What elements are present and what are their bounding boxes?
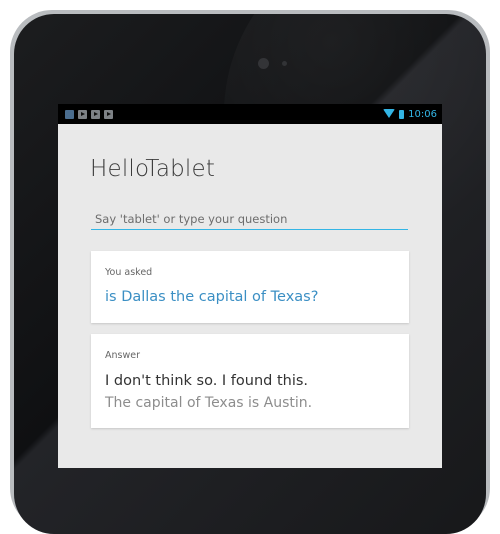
play-notification-icon bbox=[78, 109, 87, 119]
notification-icons[interactable] bbox=[65, 109, 113, 119]
app-notification-icon bbox=[65, 109, 74, 119]
asked-question-text: is Dallas the capital of Texas? bbox=[105, 289, 319, 305]
play-notification-icon bbox=[104, 109, 113, 119]
status-bar: 10:06 bbox=[58, 104, 442, 124]
app-title: HelloTablet bbox=[90, 156, 216, 182]
play-notification-icon bbox=[91, 109, 100, 119]
status-indicators: 10:06 bbox=[383, 109, 437, 120]
front-camera bbox=[258, 58, 269, 69]
battery-icon bbox=[399, 109, 405, 119]
you-asked-label: You asked bbox=[105, 267, 153, 278]
answer-card: Answer I don't think so. I found this. T… bbox=[91, 334, 409, 428]
wifi-icon bbox=[383, 109, 396, 119]
answer-label: Answer bbox=[105, 350, 140, 361]
tablet-screen: 10:06 HelloTablet You asked is Dallas th… bbox=[58, 104, 442, 468]
you-asked-card: You asked is Dallas the capital of Texas… bbox=[91, 251, 409, 323]
answer-detail-text: The capital of Texas is Austin. bbox=[105, 395, 313, 411]
hellotablet-app: HelloTablet You asked is Dallas the capi… bbox=[58, 124, 442, 468]
answer-main-text: I don't think so. I found this. bbox=[105, 373, 309, 389]
clock: 10:06 bbox=[408, 108, 437, 120]
question-input[interactable] bbox=[91, 208, 408, 230]
light-sensor bbox=[282, 61, 287, 66]
